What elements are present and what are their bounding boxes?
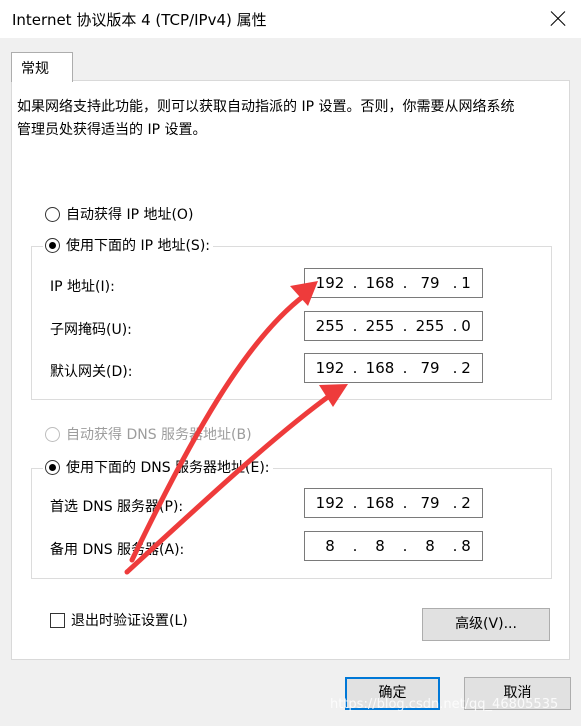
watermark-text: https://blog.csdn.net/qq_46805535	[330, 697, 559, 712]
subnet-mask-dot: .	[352, 317, 358, 335]
gateway-dot: .	[402, 359, 408, 377]
window-title: Internet 协议版本 4 (TCP/IPv4) 属性	[12, 11, 267, 29]
radio-auto-ip-circle[interactable]	[45, 206, 60, 222]
alternate-dns-label: 备用 DNS 服务器(A):	[50, 542, 185, 558]
tab-general[interactable]: 常规	[11, 52, 73, 82]
ip-address-octet-3: 79	[420, 274, 440, 292]
alternate-dns-field[interactable]: 8 . 8 . 8 . 8	[304, 531, 483, 561]
validate-checkbox-label: 退出时验证设置(L)	[71, 613, 188, 629]
title-bar: Internet 协议版本 4 (TCP/IPv4) 属性	[0, 0, 581, 38]
subnet-mask-octet-3: 255	[415, 317, 445, 335]
subnet-mask-octet-4: 0	[461, 317, 471, 335]
ip-address-dot: .	[402, 274, 408, 292]
subnet-mask-dot: .	[402, 317, 408, 335]
alternate-dns-dot: .	[402, 537, 408, 555]
dns-group	[31, 468, 552, 579]
radio-manual-ip-label: 使用下面的 IP 地址(S):	[66, 238, 210, 254]
preferred-dns-octet-4: 2	[461, 494, 471, 512]
validate-checkbox-box[interactable]	[50, 612, 65, 628]
radio-auto-ip[interactable]: 自动获得 IP 地址(O)	[45, 204, 193, 224]
gateway-octet-3: 79	[420, 359, 440, 377]
ip-address-octet-1: 192	[315, 274, 345, 292]
radio-manual-dns[interactable]: 使用下面的 DNS 服务器地址(E):	[43, 457, 273, 477]
preferred-dns-octet-3: 79	[420, 494, 440, 512]
subnet-mask-label: 子网掩码(U):	[50, 322, 132, 338]
radio-manual-ip[interactable]: 使用下面的 IP 地址(S):	[43, 235, 213, 255]
gateway-octet-4: 2	[461, 359, 471, 377]
dialog-body: 常规 如果网络支持此功能，则可以获取自动指派的 IP 设置。否则，你需要从网络系…	[0, 38, 581, 726]
ip-address-dot: .	[352, 274, 358, 292]
gateway-field[interactable]: 192 . 168 . 79 . 2	[304, 353, 483, 383]
radio-manual-ip-circle[interactable]	[45, 237, 60, 253]
preferred-dns-dot: .	[402, 494, 408, 512]
gateway-dot: .	[352, 359, 358, 377]
radio-manual-dns-label: 使用下面的 DNS 服务器地址(E):	[66, 460, 270, 476]
preferred-dns-field[interactable]: 192 . 168 . 79 . 2	[304, 488, 483, 518]
alternate-dns-octet-2: 8	[375, 537, 385, 555]
alternate-dns-octet-3: 8	[425, 537, 435, 555]
description-text: 如果网络支持此功能，则可以获取自动指派的 IP 设置。否则，你需要从网络系统管理…	[17, 99, 515, 138]
validate-checkbox[interactable]: 退出时验证设置(L)	[50, 610, 188, 630]
subnet-mask-octet-2: 255	[365, 317, 395, 335]
ip-address-octet-4: 1	[461, 274, 471, 292]
alternate-dns-octet-1: 8	[325, 537, 335, 555]
radio-manual-dns-circle[interactable]	[45, 459, 60, 475]
subnet-mask-octet-1: 255	[315, 317, 345, 335]
preferred-dns-dot: .	[352, 494, 358, 512]
preferred-dns-octet-2: 168	[365, 494, 395, 512]
alternate-dns-octet-4: 8	[461, 537, 471, 555]
advanced-button[interactable]: 高级(V)...	[422, 608, 550, 641]
close-icon[interactable]	[543, 4, 573, 34]
tab-general-label: 常规	[21, 61, 49, 77]
subnet-mask-field[interactable]: 255 . 255 . 255 . 0	[304, 311, 483, 341]
radio-auto-ip-label: 自动获得 IP 地址(O)	[66, 207, 194, 223]
alternate-dns-dot: .	[352, 537, 358, 555]
gateway-label: 默认网关(D):	[50, 364, 133, 380]
preferred-dns-label: 首选 DNS 服务器(P):	[50, 499, 184, 515]
radio-auto-dns-label: 自动获得 DNS 服务器地址(B)	[66, 427, 252, 443]
radio-auto-dns[interactable]: 自动获得 DNS 服务器地址(B)	[45, 424, 252, 444]
ip-address-label: IP 地址(I):	[50, 279, 115, 295]
ip-address-octet-2: 168	[365, 274, 395, 292]
ip-address-field[interactable]: 192 . 168 . 79 . 1	[304, 268, 483, 298]
preferred-dns-octet-1: 192	[315, 494, 345, 512]
gateway-octet-1: 192	[315, 359, 345, 377]
radio-auto-dns-circle[interactable]	[45, 426, 60, 442]
gateway-octet-2: 168	[365, 359, 395, 377]
